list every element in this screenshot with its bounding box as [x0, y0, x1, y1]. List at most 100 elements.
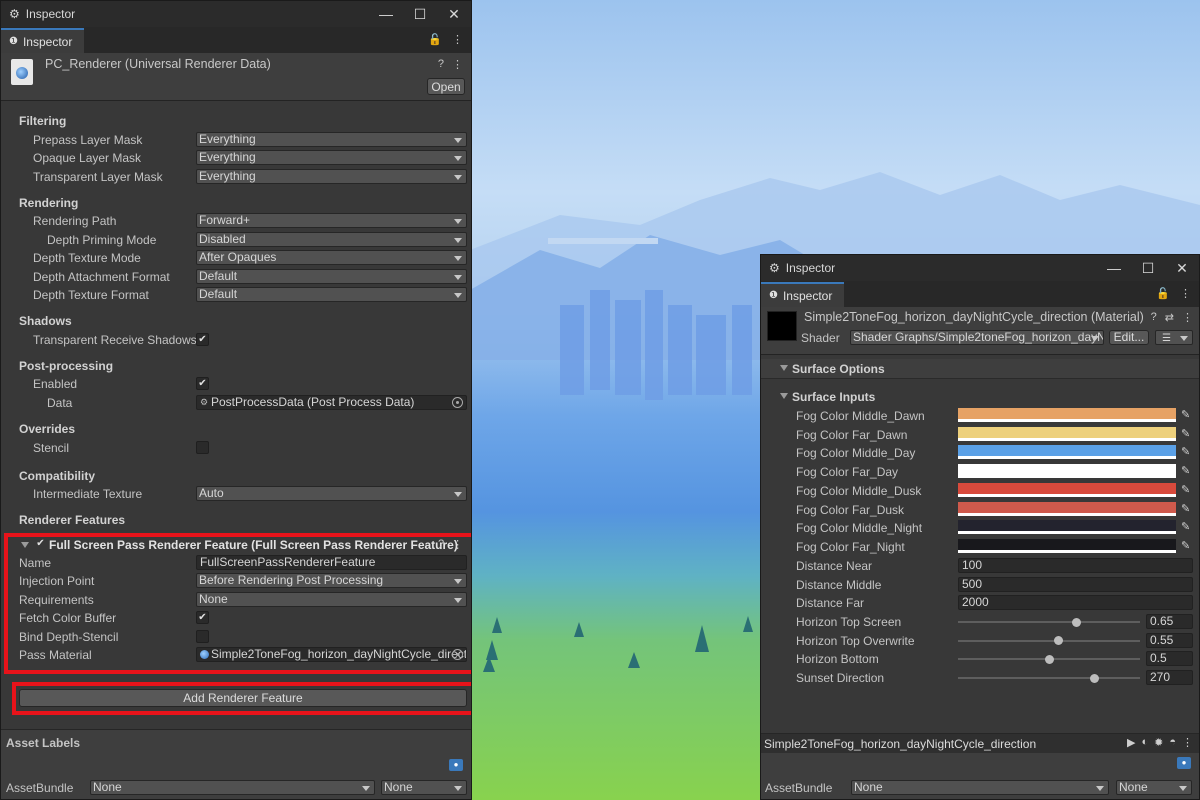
tab-inspector[interactable]: ❶ Inspector: [761, 282, 845, 307]
post-enabled-checkbox[interactable]: ✔: [196, 377, 209, 390]
color-swatch-field[interactable]: [958, 520, 1176, 535]
kebab-menu-icon[interactable]: ⋮: [452, 33, 463, 46]
color-swatch-field[interactable]: [958, 408, 1176, 422]
preview-menu-icon[interactable]: ⋮: [1182, 736, 1193, 749]
requirements-dropdown[interactable]: None: [196, 592, 467, 607]
slider-property-label: Horizon Bottom: [796, 652, 879, 667]
open-button[interactable]: Open: [427, 78, 465, 95]
feature-help-icon[interactable]: ?: [438, 538, 444, 551]
edit-shader-button[interactable]: Edit...: [1109, 330, 1149, 345]
object-picker-icon[interactable]: [452, 397, 463, 408]
lock-icon[interactable]: 🔓: [1156, 287, 1170, 300]
intermediate-texture-dropdown[interactable]: Auto: [196, 486, 467, 501]
left-titlebar[interactable]: ⚙ Inspector — ☐ ✕: [1, 1, 471, 27]
post-data-label: Data: [47, 396, 73, 410]
eyedropper-icon[interactable]: ✎: [1181, 445, 1195, 459]
depth-texture-mode-dropdown[interactable]: After Opaques: [196, 250, 467, 265]
close-icon[interactable]: ✕: [437, 6, 471, 23]
sphere-icon[interactable]: ◐: [1141, 736, 1148, 749]
depth-priming-dropdown[interactable]: Disabled: [196, 232, 467, 247]
float-input[interactable]: 500: [958, 576, 1193, 592]
slider-handle[interactable]: [1071, 617, 1081, 627]
light-icon[interactable]: ✹: [1154, 736, 1163, 749]
pass-material-field[interactable]: Simple2ToneFog_horizon_dayNightCycle_dir…: [196, 647, 467, 662]
eyedropper-icon[interactable]: ✎: [1181, 427, 1195, 441]
right-titlebar[interactable]: ⚙ Inspector — ☐ ✕: [761, 255, 1199, 281]
help-icon[interactable]: ?: [438, 58, 444, 71]
eyedropper-icon[interactable]: ✎: [1181, 520, 1195, 534]
assetbundle-variant-dropdown[interactable]: None: [381, 780, 467, 795]
eyedropper-icon[interactable]: ✎: [1181, 539, 1195, 553]
prepass-dropdown[interactable]: Everything: [196, 132, 467, 147]
color-swatch-field[interactable]: [958, 538, 1176, 553]
feature-name-input[interactable]: FullScreenPassRendererFeature: [196, 555, 467, 570]
header-menu-icon[interactable]: ⋮: [1182, 311, 1193, 324]
fetch-color-buffer-checkbox[interactable]: ✔: [196, 611, 209, 624]
slider-value-input[interactable]: 0.5: [1146, 651, 1193, 667]
color-swatch-field[interactable]: [958, 501, 1176, 516]
bind-depth-stencil-checkbox[interactable]: [196, 630, 209, 643]
play-icon[interactable]: ▶: [1127, 736, 1135, 749]
transparent-receive-shadows-checkbox[interactable]: ✔: [196, 333, 209, 346]
tab-inspector[interactable]: ❶ Inspector: [1, 28, 85, 53]
stencil-checkbox[interactable]: [196, 441, 209, 454]
feature-enabled-checkbox[interactable]: ✔: [34, 538, 47, 551]
maximize-icon[interactable]: ☐: [1131, 260, 1165, 277]
slider-value-input[interactable]: 270: [1146, 670, 1193, 686]
feature-foldout-arrow[interactable]: [21, 542, 29, 548]
slider-track[interactable]: [958, 621, 1140, 623]
assetbundle-variant-dropdown[interactable]: None: [1116, 780, 1192, 795]
close-icon[interactable]: ✕: [1165, 260, 1199, 277]
tab-label: Inspector: [22, 34, 73, 49]
slider-handle[interactable]: [1090, 673, 1099, 683]
eyedropper-icon[interactable]: ✎: [1181, 408, 1195, 422]
maximize-icon[interactable]: ☐: [403, 6, 437, 23]
opaque-dropdown[interactable]: Everything: [196, 150, 467, 165]
assetbundle-dropdown[interactable]: None: [851, 780, 1109, 795]
color-swatch-field[interactable]: [958, 445, 1176, 460]
depth-attachment-dropdown[interactable]: Default: [196, 269, 467, 284]
depth-texture-mode-label: Depth Texture Mode: [33, 251, 141, 265]
post-data-field[interactable]: ⚙ PostProcessData (Post Process Data): [196, 395, 467, 410]
assetbundle-dropdown[interactable]: None: [90, 780, 375, 795]
surface-options-title: Surface Options: [792, 362, 885, 376]
transparent-dropdown[interactable]: Everything: [196, 169, 467, 184]
float-input[interactable]: 100: [958, 558, 1193, 573]
minimize-icon[interactable]: —: [369, 6, 403, 22]
kebab-menu-icon[interactable]: ⋮: [1180, 287, 1191, 300]
slider-handle[interactable]: [1053, 636, 1063, 646]
stencil-label: Stencil: [33, 441, 70, 455]
feature-menu-icon[interactable]: ⋮: [452, 538, 463, 551]
slider-track[interactable]: [958, 677, 1140, 680]
slider-track[interactable]: [958, 639, 1140, 642]
surface-inputs-header[interactable]: Surface Inputs: [761, 388, 1199, 406]
float-input[interactable]: 2000: [958, 595, 1193, 611]
color-swatch-field[interactable]: [958, 482, 1176, 497]
label-tag-icon[interactable]: ●: [1177, 757, 1191, 769]
slider-value-input[interactable]: 0.55: [1146, 632, 1193, 648]
eyedropper-icon[interactable]: ✎: [1181, 483, 1195, 497]
minimize-icon[interactable]: —: [1097, 260, 1131, 276]
material-picker-icon[interactable]: [452, 649, 463, 660]
slider-handle[interactable]: [1044, 654, 1054, 664]
color-swatch-field[interactable]: [958, 464, 1176, 479]
injection-point-dropdown[interactable]: Before Rendering Post Processing: [196, 573, 467, 588]
depth-texture-format-dropdown[interactable]: Default: [196, 287, 467, 302]
surface-options-arrow: [780, 365, 788, 371]
color-swatch-field[interactable]: [958, 426, 1176, 441]
slider-value-input[interactable]: 0.65: [1146, 614, 1193, 629]
slider-property-label: Sunset Direction: [796, 671, 885, 686]
preview-mesh-icon[interactable]: ◓: [1169, 736, 1176, 749]
rendering-path-dropdown[interactable]: Forward+: [196, 213, 467, 228]
preset-icon[interactable]: ⇄: [1165, 311, 1174, 324]
shader-dropdown[interactable]: Shader Graphs/Simple2toneFog_horizon_day…: [850, 330, 1104, 345]
surface-options-header[interactable]: Surface Options: [761, 359, 1199, 379]
label-tag-icon[interactable]: ●: [449, 759, 463, 771]
eyedropper-icon[interactable]: ✎: [1181, 502, 1195, 516]
add-renderer-feature-button[interactable]: Add Renderer Feature: [19, 689, 467, 707]
lock-icon[interactable]: 🔓: [428, 33, 442, 46]
eyedropper-icon[interactable]: ✎: [1181, 464, 1195, 478]
header-menu-icon[interactable]: ⋮: [452, 58, 463, 71]
help-icon[interactable]: ?: [1151, 311, 1157, 324]
shader-options-dropdown[interactable]: ☰: [1155, 330, 1193, 345]
